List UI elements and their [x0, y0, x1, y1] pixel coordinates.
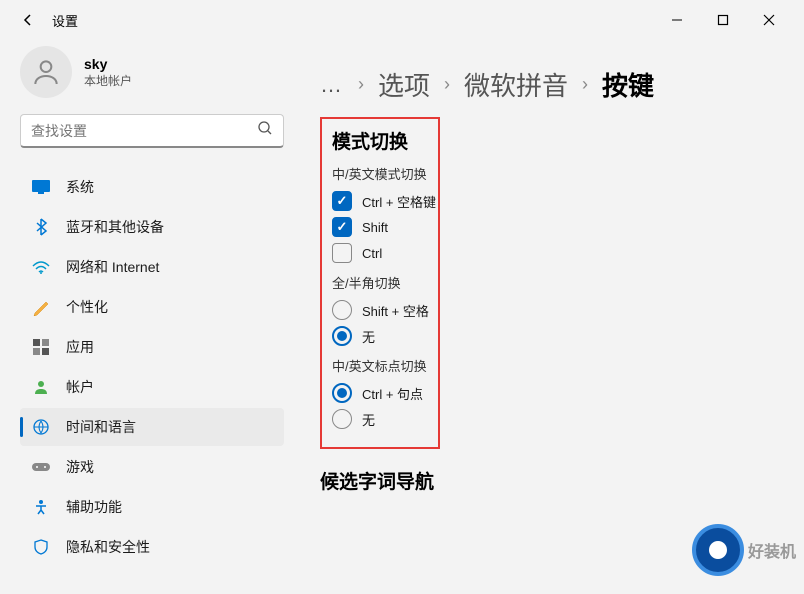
- checkbox-ctrl-space[interactable]: Ctrl + 空格键: [332, 191, 428, 211]
- breadcrumb-item[interactable]: 微软拼音: [464, 66, 568, 103]
- radio-shift-space[interactable]: Shift + 空格: [332, 300, 428, 320]
- titlebar: 设置: [0, 0, 804, 40]
- privacy-icon: [32, 538, 50, 556]
- option-label: Ctrl + 句点: [362, 384, 423, 403]
- radio-none-punct[interactable]: 无: [332, 409, 428, 429]
- nav-label: 网络和 Internet: [66, 257, 159, 277]
- nav-label: 时间和语言: [66, 417, 136, 437]
- nav-list: 系统 蓝牙和其他设备 网络和 Internet 个性化 应用 帐户: [20, 168, 284, 566]
- user-name: sky: [84, 56, 132, 72]
- nav-system[interactable]: 系统: [20, 168, 284, 206]
- avatar: [20, 46, 72, 98]
- option-label: Shift + 空格: [362, 301, 429, 320]
- chevron-right-icon: ›: [358, 74, 364, 95]
- window-controls: [654, 4, 792, 36]
- radio-icon: [332, 300, 352, 320]
- chevron-right-icon: ›: [444, 74, 450, 95]
- radio-icon: [332, 326, 352, 346]
- nav-privacy[interactable]: 隐私和安全性: [20, 528, 284, 566]
- radio-icon: [332, 409, 352, 429]
- section-title: 模式切换: [332, 127, 428, 154]
- nav-apps[interactable]: 应用: [20, 328, 284, 366]
- timelang-icon: [32, 418, 50, 436]
- sidebar: sky 本地帐户 系统 蓝牙和其他设备 网络和 Internet: [0, 40, 300, 594]
- personalize-icon: [32, 298, 50, 316]
- search-input[interactable]: [31, 123, 257, 139]
- nav-label: 辅助功能: [66, 497, 122, 517]
- bluetooth-icon: [32, 218, 50, 236]
- minimize-button[interactable]: [654, 4, 700, 36]
- watermark: 好装机: [692, 524, 796, 576]
- arrow-left-icon: [20, 12, 36, 28]
- nav-time-language[interactable]: 时间和语言: [20, 408, 284, 446]
- option-label: 无: [362, 410, 375, 429]
- breadcrumb-item[interactable]: 选项: [378, 66, 430, 103]
- radio-ctrl-period[interactable]: Ctrl + 句点: [332, 383, 428, 403]
- user-info[interactable]: sky 本地帐户: [20, 40, 284, 114]
- apps-icon: [32, 338, 50, 356]
- system-icon: [32, 178, 50, 196]
- user-type: 本地帐户: [84, 72, 132, 89]
- nav-account[interactable]: 帐户: [20, 368, 284, 406]
- checkbox-icon: [332, 243, 352, 263]
- main-content: … › 选项 › 微软拼音 › 按键 模式切换 中/英文模式切换 Ctrl + …: [300, 40, 804, 594]
- nav-label: 应用: [66, 337, 94, 357]
- nav-label: 蓝牙和其他设备: [66, 217, 164, 237]
- option-label: Ctrl + 空格键: [362, 192, 436, 211]
- close-icon: [763, 14, 775, 26]
- nav-label: 游戏: [66, 457, 94, 477]
- chevron-right-icon: ›: [582, 74, 588, 95]
- nav-label: 隐私和安全性: [66, 537, 150, 557]
- nav-accessibility[interactable]: 辅助功能: [20, 488, 284, 526]
- nav-label: 个性化: [66, 297, 108, 317]
- checkbox-icon: [332, 217, 352, 237]
- radio-icon: [332, 383, 352, 403]
- nav-gaming[interactable]: 游戏: [20, 448, 284, 486]
- minimize-icon: [671, 14, 683, 26]
- account-icon: [32, 378, 50, 396]
- accessibility-icon: [32, 498, 50, 516]
- subsection-title: 中/英文标点切换: [332, 356, 428, 375]
- nav-personalize[interactable]: 个性化: [20, 288, 284, 326]
- breadcrumb-current: 按键: [602, 66, 654, 103]
- nav-bluetooth[interactable]: 蓝牙和其他设备: [20, 208, 284, 246]
- subsection-title: 中/英文模式切换: [332, 164, 428, 183]
- maximize-button[interactable]: [700, 4, 746, 36]
- nav-network[interactable]: 网络和 Internet: [20, 248, 284, 286]
- checkbox-ctrl[interactable]: Ctrl: [332, 243, 428, 263]
- checkbox-icon: [332, 191, 352, 211]
- checkbox-shift[interactable]: Shift: [332, 217, 428, 237]
- window-title: 设置: [52, 11, 78, 30]
- nav-label: 系统: [66, 177, 94, 197]
- option-label: Ctrl: [362, 246, 382, 261]
- person-icon: [30, 56, 62, 88]
- watermark-text: 好装机: [748, 538, 796, 562]
- option-label: Shift: [362, 220, 388, 235]
- search-box[interactable]: [20, 114, 284, 148]
- back-button[interactable]: [12, 4, 44, 36]
- highlighted-section: 模式切换 中/英文模式切换 Ctrl + 空格键 Shift Ctrl 全/半角…: [320, 117, 440, 449]
- search-icon: [257, 120, 273, 141]
- section-title: 候选字词导航: [320, 467, 784, 494]
- network-icon: [32, 258, 50, 276]
- nav-label: 帐户: [66, 377, 94, 397]
- radio-none-fullhalf[interactable]: 无: [332, 326, 428, 346]
- subsection-title: 全/半角切换: [332, 273, 428, 292]
- maximize-icon: [717, 14, 729, 26]
- option-label: 无: [362, 327, 375, 346]
- close-button[interactable]: [746, 4, 792, 36]
- breadcrumb: … › 选项 › 微软拼音 › 按键: [320, 66, 784, 103]
- breadcrumb-more[interactable]: …: [320, 72, 344, 98]
- gaming-icon: [32, 458, 50, 476]
- watermark-logo-icon: [692, 524, 744, 576]
